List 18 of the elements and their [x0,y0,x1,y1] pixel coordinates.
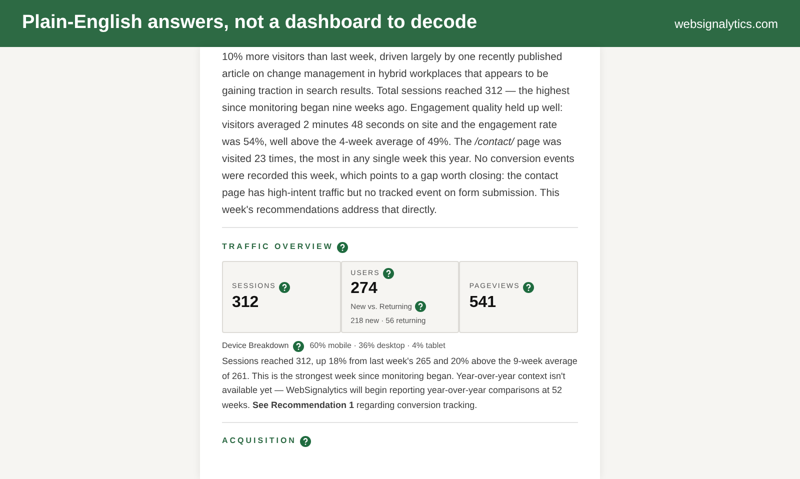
section-heading: TRAFFIC OVERVIEW [222,241,334,253]
help-icon[interactable] [300,436,312,446]
help-icon[interactable] [337,242,348,252]
metric-value: 541 [469,292,498,312]
help-icon[interactable] [522,282,534,292]
help-icon[interactable] [382,268,394,280]
device-breakdown: 60% mobile · 36% desktop · 4% tablet [310,340,446,352]
section-heading: ACQUISITION [222,435,296,447]
header-title: Plain-English answers, not a dashboard to decode [22,11,478,36]
traffic-note: Sessions reached 312, up 18% from last week's 265 and 20% above the 9-week average of 261. This is the strongest week since monitoring began. Year-over-year context isn't available yet — WebSignalytics will begin reporting year-over-year comparisons at 52 weeks. See Recommendation 1 regarding conversion tracking. [222,354,578,423]
device-label: Device Breakdown [222,340,289,352]
metric-value: 312 [232,292,260,312]
help-icon[interactable] [414,301,426,312]
help-icon[interactable] [292,340,304,352]
metric-value: 274 [350,279,378,300]
site-link[interactable]: websignalytics.com [674,14,778,32]
summary-paragraph: 10% more visitors than last week, driven largely by one recently published article on change management in hybrid workplaces that appears to be gaining traction in search results. Total sessions reached 312 — the highest since monitoring began nine weeks ago. Engagement quality held up well: visitors averaged 2 minutes 48 seconds on site and the engagement rate was 54%, well above the 4-week average of 49%. The /contact/ page was visited 23 times, the most in any single week this year. No conversion events were recorded this week, which points to a gap worth closing: the contact page has high-intent traffic but no tracked event on form submission. This week's recommendations address that directly. [222,49,578,228]
help-icon[interactable] [278,282,290,292]
